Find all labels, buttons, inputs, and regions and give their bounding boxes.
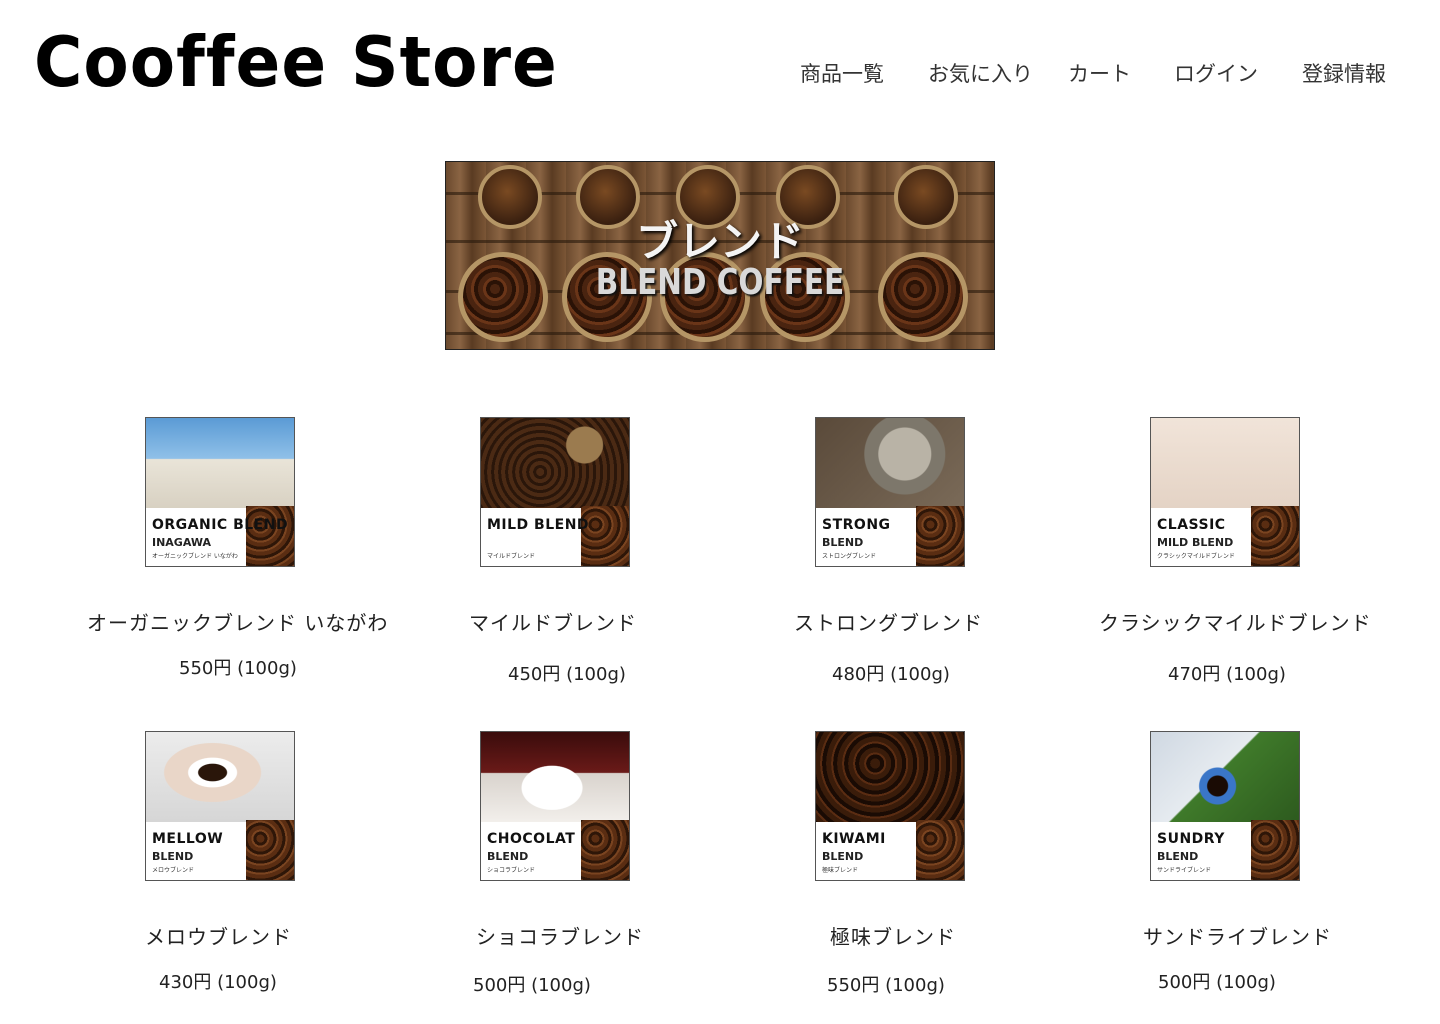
product-name[interactable]: ショコラブレンド: [476, 921, 644, 950]
product-photo: [481, 732, 629, 822]
package-small-text: クラシックマイルドブレンド: [1157, 553, 1235, 560]
package-subtitle: BLEND: [822, 850, 864, 863]
nav-favorites[interactable]: お気に入り: [928, 58, 1033, 88]
product-photo: [146, 732, 294, 822]
package-subtitle: BLEND: [487, 850, 529, 863]
product-price: 550円 (100g): [179, 658, 297, 679]
nav-account-info[interactable]: 登録情報: [1302, 58, 1386, 88]
coffee-beans-graphic: [1251, 506, 1299, 566]
banner-title-jp: ブレンド: [635, 217, 804, 266]
package-small-text: サンドライブレンド: [1157, 867, 1212, 874]
product-price: 470円 (100g): [1168, 664, 1286, 685]
coffee-beans-graphic: [246, 506, 294, 566]
package-title: MELLOW: [152, 831, 224, 847]
product-price: 500円 (100g): [1158, 972, 1276, 993]
coffee-beans-graphic: [246, 820, 294, 880]
product-price: 450円 (100g): [508, 664, 626, 685]
package-small-text: マイルドブレンド: [487, 553, 536, 560]
product-name[interactable]: オーガニックブレンド いながわ: [87, 607, 388, 636]
product-image[interactable]: SUNDRY BLEND サンドライブレンド: [1150, 731, 1300, 881]
product-image[interactable]: ORGANIC BLEND INAGAWA オーガニックブレンド いながわ: [145, 417, 295, 567]
package-subtitle: INAGAWA: [152, 536, 212, 549]
coffee-beans-graphic: [1251, 820, 1299, 880]
package-title: STRONG: [822, 517, 891, 533]
product-price: 500円 (100g): [473, 975, 591, 996]
banner-title-en: BLEND COFFEE: [595, 262, 845, 303]
package-small-text: オーガニックブレンド いながわ: [152, 553, 238, 560]
product-photo: [816, 418, 964, 508]
main-nav: 商品一覧 お気に入り カート ログイン 登録情報: [0, 58, 1440, 90]
coffee-beans-graphic: [916, 820, 964, 880]
package-small-text: 極味ブレンド: [822, 867, 859, 874]
product-photo: [1151, 418, 1299, 508]
package-title: CHOCOLAT: [487, 831, 576, 847]
package-subtitle: BLEND: [152, 850, 194, 863]
package-subtitle: MILD BLEND: [1157, 536, 1234, 549]
product-name[interactable]: サンドライブレンド: [1143, 921, 1332, 950]
product-image[interactable]: CLASSIC MILD BLEND クラシックマイルドブレンド: [1150, 417, 1300, 567]
package-small-text: メロウブレンド: [152, 867, 195, 874]
coffee-beans-graphic: [581, 506, 629, 566]
product-name[interactable]: クラシックマイルドブレンド: [1099, 607, 1372, 636]
coffee-beans-graphic: [581, 820, 629, 880]
category-banner: ブレンド BLEND COFFEE: [445, 161, 995, 350]
product-image[interactable]: MILD BLEND マイルドブレンド: [480, 417, 630, 567]
product-photo: [1151, 732, 1299, 822]
package-title: KIWAMI: [822, 831, 886, 847]
package-title: CLASSIC: [1157, 517, 1226, 533]
product-image[interactable]: KIWAMI BLEND 極味ブレンド: [815, 731, 965, 881]
product-image[interactable]: CHOCOLAT BLEND ショコラブレンド: [480, 731, 630, 881]
product-name[interactable]: マイルドブレンド: [469, 607, 637, 636]
package-title: MILD BLEND: [487, 517, 590, 533]
product-photo: [481, 418, 629, 508]
package-subtitle: BLEND: [1157, 850, 1199, 863]
nav-login[interactable]: ログイン: [1174, 58, 1258, 88]
product-image[interactable]: MELLOW BLEND メロウブレンド: [145, 731, 295, 881]
product-image[interactable]: STRONG BLEND ストロングブレンド: [815, 417, 965, 567]
product-price: 550円 (100g): [827, 975, 945, 996]
package-title: ORGANIC BLEND: [152, 517, 289, 533]
product-name[interactable]: メロウブレンド: [145, 921, 292, 950]
nav-products[interactable]: 商品一覧: [800, 58, 884, 88]
package-subtitle: BLEND: [822, 536, 864, 549]
coffee-beans-graphic: [916, 506, 964, 566]
product-name[interactable]: ストロングブレンド: [794, 607, 983, 636]
nav-cart[interactable]: カート: [1068, 58, 1131, 88]
product-photo: [146, 418, 294, 508]
package-small-text: ショコラブレンド: [487, 867, 536, 874]
package-title: SUNDRY: [1157, 831, 1225, 847]
product-name[interactable]: 極味ブレンド: [830, 921, 956, 950]
product-price: 480円 (100g): [832, 664, 950, 685]
package-small-text: ストロングブレンド: [822, 553, 877, 560]
product-price: 430円 (100g): [159, 972, 277, 993]
product-photo: [816, 732, 964, 822]
